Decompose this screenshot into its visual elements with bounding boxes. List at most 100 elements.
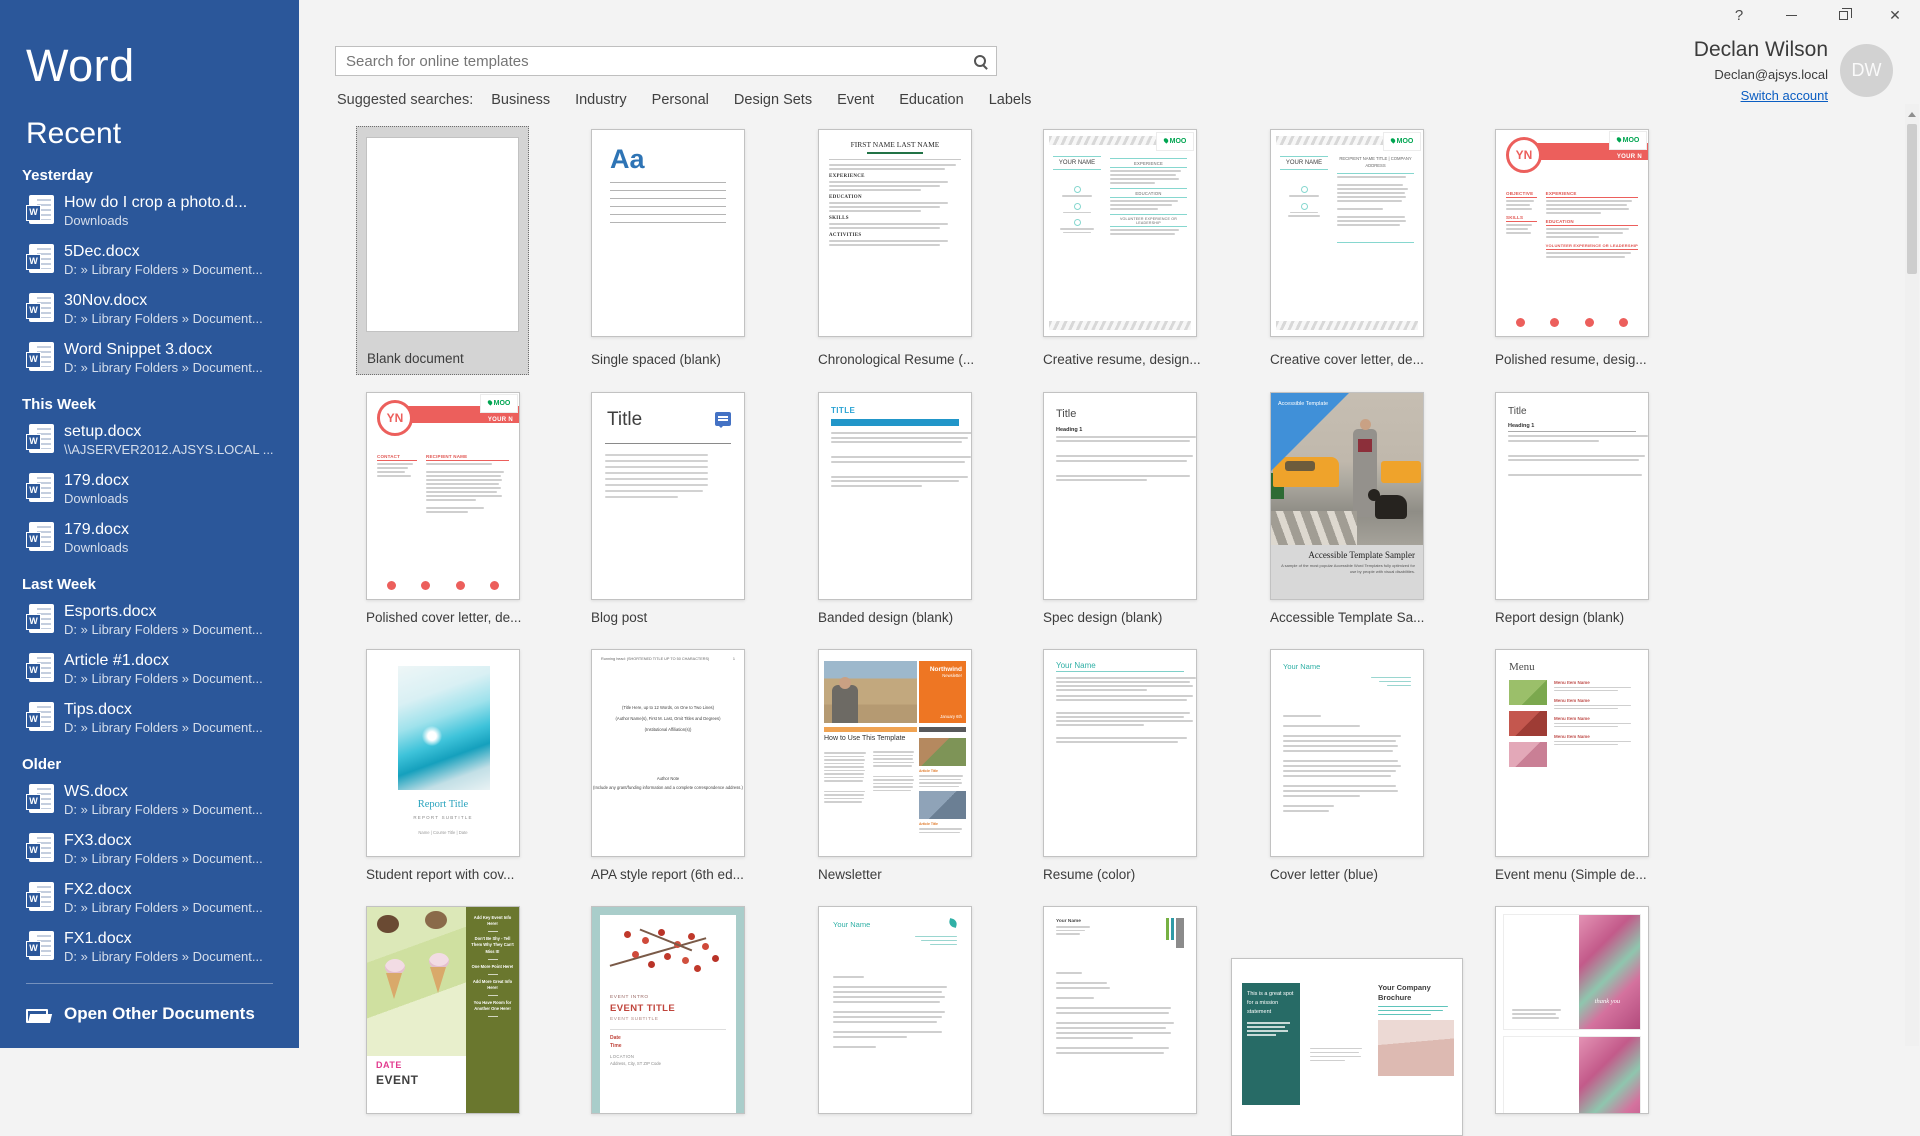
food-photo bbox=[1509, 742, 1547, 767]
thumb-name: YOUR NAME bbox=[1280, 156, 1328, 170]
template-tile-resume-color[interactable]: Your Name bbox=[1043, 649, 1197, 857]
ice-cream-photo bbox=[367, 907, 468, 1056]
suggested-search-link[interactable]: Labels bbox=[989, 92, 1032, 108]
moo-logo: MOO bbox=[1157, 133, 1193, 150]
initials-badge: YN bbox=[377, 400, 413, 436]
account-name: Declan Wilson bbox=[1694, 38, 1828, 62]
scrollbar-thumb[interactable] bbox=[1907, 124, 1917, 274]
initials-badge: YN bbox=[1506, 137, 1542, 173]
app-title: Word bbox=[26, 40, 299, 92]
recent-file[interactable]: setup.docx \\AJSERVER2012.AJSYS.LOCAL ..… bbox=[29, 422, 299, 462]
recent-file[interactable]: Article #1.docx D: » Library Folders » D… bbox=[29, 651, 299, 691]
recent-file-name: How do I crop a photo.d... bbox=[64, 194, 247, 211]
word-doc-icon bbox=[29, 702, 54, 731]
template-tile-moo-cover[interactable]: MOO YOUR NAME RECIPIENT NAME TITLE | COM… bbox=[1270, 129, 1424, 337]
open-other-documents-button[interactable]: Open Other Documents bbox=[26, 1004, 273, 1024]
recent-file-name: FX2.docx bbox=[64, 881, 132, 898]
scrollbar[interactable] bbox=[1905, 104, 1919, 1046]
template-tile-letterhead2[interactable]: Your Name bbox=[1043, 906, 1197, 1114]
help-button[interactable]: ? bbox=[1716, 0, 1762, 30]
open-other-documents-label: Open Other Documents bbox=[64, 1004, 255, 1024]
recent-file[interactable]: WS.docx D: » Library Folders » Document.… bbox=[29, 782, 299, 822]
template-tile-chrono[interactable]: FIRST NAME LAST NAMEEXPERIENCEEDUCATIONS… bbox=[818, 129, 972, 337]
newsletter-photo bbox=[824, 661, 917, 723]
template-tile-apa[interactable]: Running head: (SHORTENED TITLE UP TO 50 … bbox=[591, 649, 745, 857]
recent-file-path: Downloads bbox=[64, 491, 128, 506]
recent-file[interactable]: Word Snippet 3.docx D: » Library Folders… bbox=[29, 340, 299, 380]
template-tile-blank[interactable] bbox=[366, 137, 519, 332]
flower-photo bbox=[1579, 915, 1640, 1029]
template-tile-banded[interactable]: TITLE bbox=[818, 392, 972, 600]
template-tile-polished-resume[interactable]: YN YOUR N MOO OBJECTIVE SKILLS EXPERIENC… bbox=[1495, 129, 1649, 337]
template-label: Polished cover letter, de... bbox=[366, 610, 521, 625]
avatar[interactable]: DW bbox=[1840, 44, 1893, 97]
recent-file[interactable]: 179.docx Downloads bbox=[29, 520, 299, 560]
recent-file-path: D: » Library Folders » Document... bbox=[64, 311, 263, 326]
suggested-search-link[interactable]: Business bbox=[491, 92, 550, 108]
recent-file[interactable]: FX1.docx D: » Library Folders » Document… bbox=[29, 929, 299, 969]
recent-file[interactable]: 5Dec.docx D: » Library Folders » Documen… bbox=[29, 242, 299, 282]
template-tile-blog[interactable]: Title bbox=[591, 392, 745, 600]
food-photo bbox=[1509, 680, 1547, 705]
recent-file-name: Word Snippet 3.docx bbox=[64, 341, 212, 358]
word-doc-icon bbox=[29, 293, 54, 322]
search-input[interactable] bbox=[336, 47, 996, 75]
template-label: Cover letter (blue) bbox=[1270, 867, 1378, 882]
event-date: DATE bbox=[376, 1060, 402, 1070]
template-tile-report[interactable]: Title Heading 1 bbox=[1495, 392, 1649, 600]
template-tile-letterhead[interactable]: Your Name bbox=[818, 906, 972, 1114]
selected-template-box[interactable]: Blank document bbox=[356, 126, 529, 375]
template-label: Blog post bbox=[591, 610, 647, 625]
template-tile-student[interactable]: Report Title REPORT SUBTITLE Name | Cour… bbox=[366, 649, 520, 857]
template-label: Event menu (Simple de... bbox=[1495, 867, 1647, 882]
suggested-search-link[interactable]: Event bbox=[837, 92, 874, 108]
template-tile-cover-blue[interactable]: Your Name bbox=[1270, 649, 1424, 857]
template-tile-cherry[interactable]: EVENT INTRO EVENT TITLE EVENT SUBTITLE D… bbox=[591, 906, 745, 1114]
thumb-title: Report Title bbox=[367, 799, 519, 810]
recent-file-name: WS.docx bbox=[64, 783, 128, 800]
template-tile-icecream[interactable]: Add Key Event Info Here!Don't Be Shy - T… bbox=[366, 906, 520, 1114]
scroll-up-arrow-icon[interactable] bbox=[1908, 108, 1916, 117]
template-label: APA style report (6th ed... bbox=[591, 867, 744, 882]
switch-account-link[interactable]: Switch account bbox=[1741, 88, 1828, 103]
recent-file[interactable]: 179.docx Downloads bbox=[29, 471, 299, 511]
street-photo: Accessible Template bbox=[1271, 393, 1423, 545]
template-tile-newsletter[interactable]: Northwind NewsletterJanuary 6th How to U… bbox=[818, 649, 972, 857]
thumb-name: Your Name bbox=[833, 920, 957, 929]
minimize-button[interactable] bbox=[1768, 0, 1814, 30]
recent-file[interactable]: How do I crop a photo.d... Downloads bbox=[29, 193, 299, 233]
recent-file[interactable]: 30Nov.docx D: » Library Folders » Docume… bbox=[29, 291, 299, 331]
template-search-box[interactable] bbox=[335, 46, 997, 76]
moo-logo: MOO bbox=[481, 395, 517, 412]
template-tile-single[interactable]: Aa bbox=[591, 129, 745, 337]
template-label: Report design (blank) bbox=[1495, 610, 1624, 625]
template-tile-spec[interactable]: Title Heading 1 bbox=[1043, 392, 1197, 600]
template-label: Spec design (blank) bbox=[1043, 610, 1162, 625]
recent-file-path: \\AJSERVER2012.AJSYS.LOCAL ... bbox=[64, 442, 274, 457]
template-tile-polished-cover[interactable]: YN YOUR N MOO CONTACT RECIPIENT NAME bbox=[366, 392, 520, 600]
template-tile-brochure[interactable]: This is a great spot for a mission state… bbox=[1231, 958, 1463, 1136]
brochure-photo bbox=[1378, 1020, 1454, 1076]
template-tile-moo-resume[interactable]: MOO YOUR NAME EXPERIENCE EDUCATION VOLUN… bbox=[1043, 129, 1197, 337]
suggested-search-link[interactable]: Design Sets bbox=[734, 92, 812, 108]
template-label: Accessible Template Sa... bbox=[1270, 610, 1424, 625]
recent-file[interactable]: Tips.docx D: » Library Folders » Documen… bbox=[29, 700, 299, 740]
recent-file[interactable]: Esports.docx D: » Library Folders » Docu… bbox=[29, 602, 299, 642]
search-icon[interactable] bbox=[973, 54, 989, 70]
template-label: Resume (color) bbox=[1043, 867, 1135, 882]
restore-icon bbox=[1839, 11, 1848, 20]
suggested-search-link[interactable]: Personal bbox=[652, 92, 709, 108]
recent-file[interactable]: FX2.docx D: » Library Folders » Document… bbox=[29, 880, 299, 920]
recent-file-path: Downloads bbox=[64, 540, 128, 555]
template-tile-menu[interactable]: Menu Menu Item NameMenu Item NameMenu It… bbox=[1495, 649, 1649, 857]
template-tile-accessible[interactable]: Accessible Template Accessible Template … bbox=[1270, 392, 1424, 600]
recent-file-path: D: » Library Folders » Document... bbox=[64, 262, 263, 277]
suggested-search-link[interactable]: Industry bbox=[575, 92, 627, 108]
template-tile-thankyou[interactable]: thank you bbox=[1495, 906, 1649, 1114]
recent-file[interactable]: FX3.docx D: » Library Folders » Document… bbox=[29, 831, 299, 871]
restore-button[interactable] bbox=[1820, 0, 1866, 30]
close-button[interactable]: ✕ bbox=[1872, 0, 1918, 30]
suggested-search-link[interactable]: Education bbox=[899, 92, 964, 108]
man-with-guide-dog bbox=[1353, 429, 1377, 517]
food-photo bbox=[1509, 711, 1547, 736]
